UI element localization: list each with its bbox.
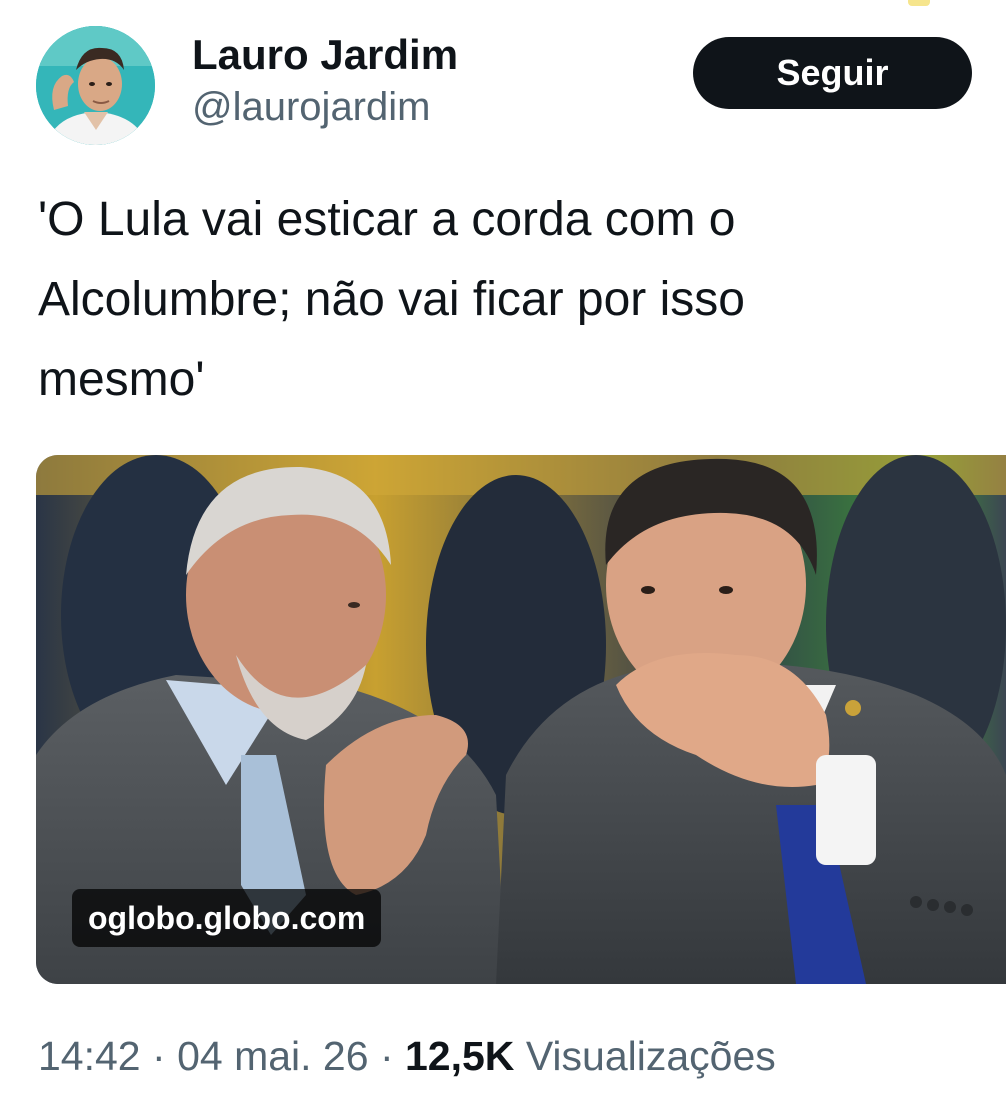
tweet-text: 'O Lula vai esticar a corda com o Alcolu… [38, 193, 745, 406]
meta-separator: · [152, 1033, 166, 1079]
tweet-date[interactable]: 04 mai. 26 [177, 1033, 368, 1079]
follow-button[interactable]: Seguir [693, 37, 972, 109]
tweet-time[interactable]: 14:42 [38, 1033, 141, 1079]
author-display-name[interactable]: Lauro Jardim [192, 30, 458, 80]
top-edge-indicator [908, 0, 930, 6]
meta-separator: · [379, 1033, 394, 1079]
link-card-image[interactable]: oglobo.globo.com [36, 455, 1006, 984]
tweet-header: Lauro Jardim @laurojardim Seguir [36, 26, 972, 146]
tweet-metadata: 14:42 · 04 mai. 26 · 12,5K Visualizações [38, 1028, 776, 1084]
user-names: Lauro Jardim @laurojardim [192, 30, 458, 134]
author-handle[interactable]: @laurojardim [192, 80, 458, 134]
avatar[interactable] [36, 26, 155, 145]
avatar-image [36, 26, 155, 145]
views-label: Visualizações [525, 1033, 776, 1079]
views-count: 12,5K [405, 1033, 515, 1079]
link-domain-badge: oglobo.globo.com [72, 889, 382, 947]
